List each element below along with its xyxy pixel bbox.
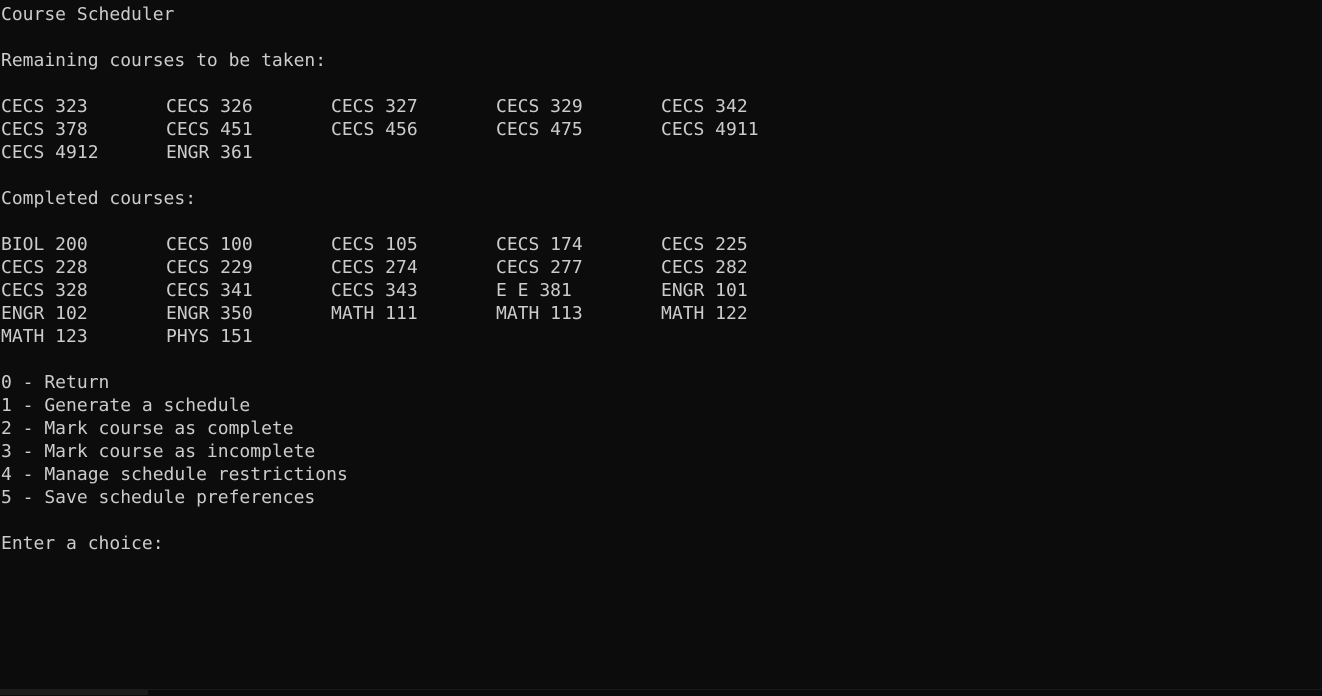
completed-courses-list: BIOL 200 CECS 100 CECS 105 CECS 174 CECS 225… — [1, 233, 1322, 348]
completed-course-item: CECS 225 — [661, 234, 748, 255]
remaining-course-item: CECS 342 — [661, 96, 748, 117]
horizontal-scrollbar[interactable] — [0, 689, 1322, 696]
remaining-course-item: CECS 4912 — [1, 142, 99, 163]
completed-course-item: BIOL 200 — [1, 234, 88, 255]
remaining-course-item: CECS 475 — [496, 119, 583, 140]
console-window[interactable]: Course Scheduler Remaining courses to be… — [0, 0, 1322, 696]
remaining-course-item: CECS 327 — [331, 96, 418, 117]
completed-course-item: ENGR 350 — [166, 303, 253, 324]
remaining-course-item: CECS 451 — [166, 119, 253, 140]
completed-course-item: CECS 343 — [331, 280, 418, 301]
completed-course-item: CECS 282 — [661, 257, 748, 278]
completed-heading: Completed courses: — [1, 188, 197, 209]
menu-option: 3 - Mark course as incomplete — [1, 441, 316, 462]
completed-course-item: MATH 122 — [661, 303, 748, 324]
remaining-course-item: CECS 326 — [166, 96, 253, 117]
remaining-course-item: CECS 323 — [1, 96, 88, 117]
remaining-course-item: CECS 329 — [496, 96, 583, 117]
completed-course-item: CECS 341 — [166, 280, 253, 301]
completed-course-item: CECS 100 — [166, 234, 253, 255]
remaining-course-item: CECS 4911 — [661, 119, 759, 140]
choice-prompt-label: Enter a choice: — [1, 533, 175, 554]
completed-course-item: CECS 229 — [166, 257, 253, 278]
choice-prompt-line: Enter a choice: — [1, 532, 1322, 555]
completed-course-item: MATH 123 — [1, 326, 88, 347]
completed-course-item: CECS 228 — [1, 257, 88, 278]
remaining-courses-list: CECS 323 CECS 326 CECS 327 CECS 329 CECS 342… — [1, 95, 1322, 164]
menu-option: 5 - Save schedule preferences — [1, 487, 316, 508]
completed-course-item: ENGR 101 — [661, 280, 748, 301]
completed-course-item: CECS 328 — [1, 280, 88, 301]
completed-course-item: CECS 105 — [331, 234, 418, 255]
menu-options: 0 - Return 1 - Generate a schedule 2 - Mar… — [1, 371, 1322, 509]
remaining-course-item: ENGR 361 — [166, 142, 253, 163]
completed-course-item: ENGR 102 — [1, 303, 88, 324]
completed-course-item: E E 381 — [496, 280, 572, 301]
completed-course-item: CECS 174 — [496, 234, 583, 255]
menu-option: 0 - Return — [1, 372, 110, 393]
completed-course-item: PHYS 151 — [166, 326, 253, 347]
completed-course-item: CECS 277 — [496, 257, 583, 278]
completed-course-item: CECS 274 — [331, 257, 418, 278]
completed-course-item: MATH 111 — [331, 303, 418, 324]
app-title: Course Scheduler — [1, 4, 175, 25]
menu-option: 1 - Generate a schedule — [1, 395, 251, 416]
remaining-course-item: CECS 456 — [331, 119, 418, 140]
menu-option: 2 - Mark course as complete — [1, 418, 294, 439]
remaining-heading: Remaining courses to be taken: — [1, 50, 327, 71]
menu-option: 4 - Manage schedule restrictions — [1, 464, 348, 485]
remaining-course-item: CECS 378 — [1, 119, 88, 140]
completed-course-item: MATH 113 — [496, 303, 583, 324]
choice-input[interactable] — [174, 532, 185, 555]
horizontal-scrollbar-thumb[interactable] — [0, 690, 148, 695]
